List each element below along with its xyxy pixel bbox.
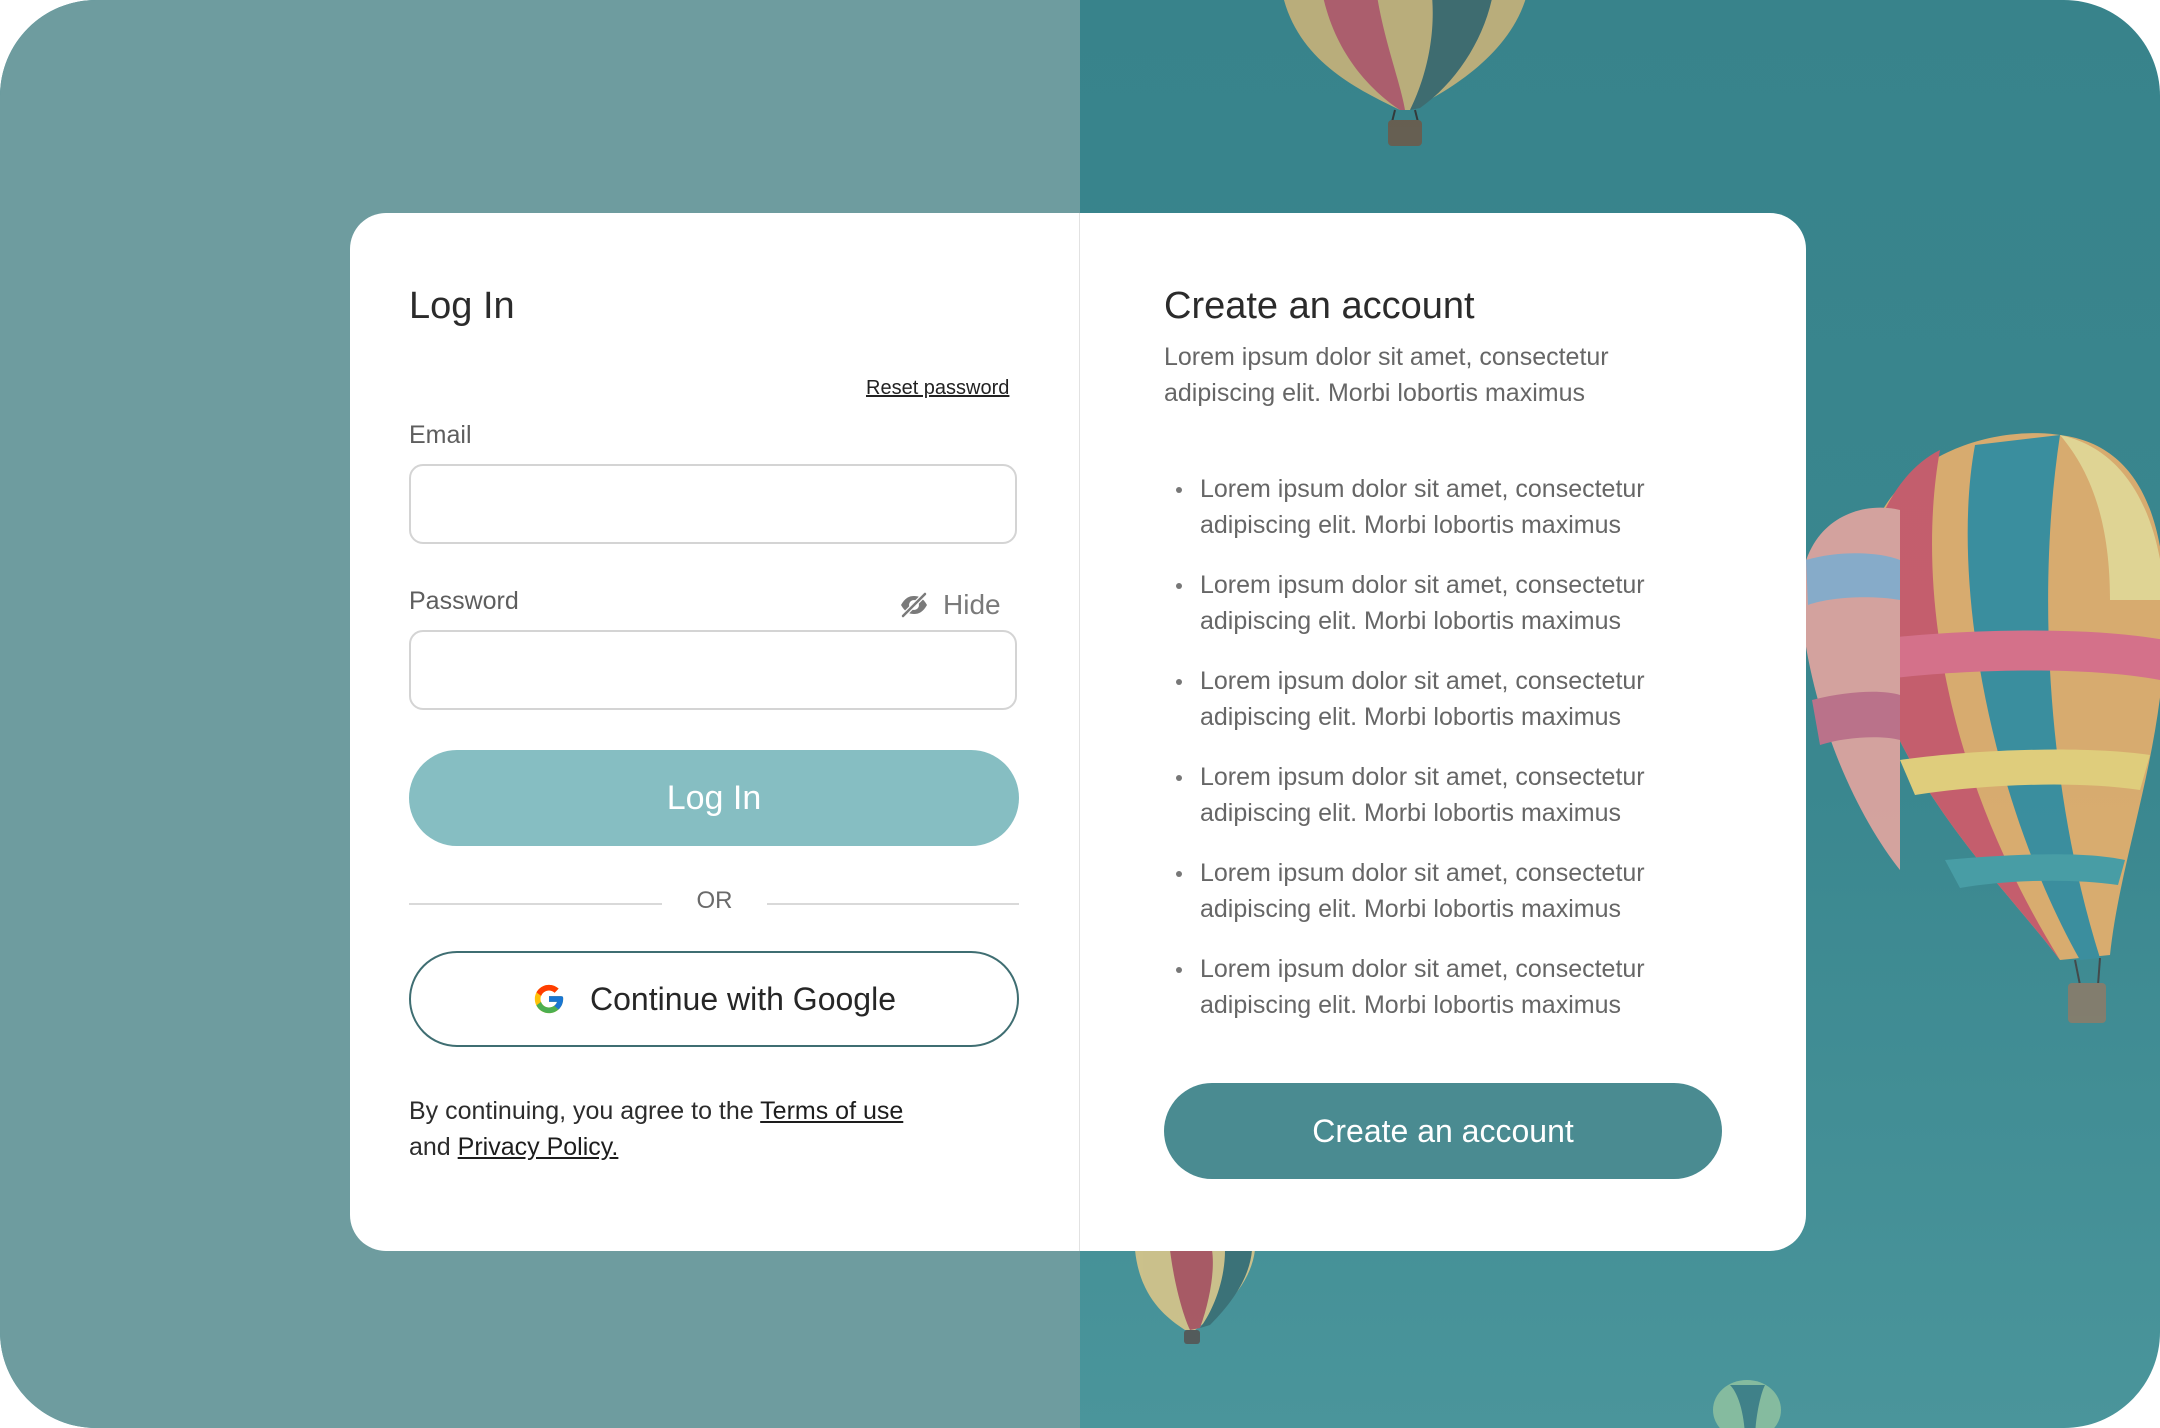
benefit-item: Lorem ipsum dolor sit amet, consectetur … (1164, 855, 1724, 951)
legal-prefix: By continuing, you agree to the (409, 1097, 761, 1125)
auth-card: Log In Reset password Email Password Hid… (350, 213, 1806, 1251)
terms-of-use-link[interactable]: Terms of use (760, 1097, 903, 1125)
benefits-list: Lorem ipsum dolor sit amet, consectetur … (1164, 471, 1724, 1047)
benefit-item: Lorem ipsum dolor sit amet, consectetur … (1164, 567, 1724, 663)
bullet-icon (1176, 583, 1182, 589)
continue-with-google-button[interactable]: Continue with Google (409, 951, 1019, 1047)
login-title: Log In (409, 285, 515, 327)
create-account-title: Create an account (1164, 285, 1475, 327)
balloon-large-right (1860, 433, 2160, 1023)
eye-off-icon (901, 592, 927, 618)
bullet-icon (1176, 871, 1182, 877)
benefit-text: Lorem ipsum dolor sit amet, consectetur … (1200, 859, 1645, 923)
bullet-icon (1176, 487, 1182, 493)
balloon-bottom-left (1135, 1250, 1255, 1344)
legal-notice: By continuing, you agree to the Terms of… (409, 1093, 1049, 1165)
benefit-item: Lorem ipsum dolor sit amet, consectetur … (1164, 471, 1724, 567)
google-logo-icon (534, 984, 564, 1014)
benefit-text: Lorem ipsum dolor sit amet, consectetur … (1200, 667, 1645, 731)
card-divider (1079, 213, 1080, 1251)
balloon-middle (1800, 507, 1900, 870)
bullet-icon (1176, 967, 1182, 973)
email-label: Email (409, 421, 472, 449)
email-input[interactable] (409, 464, 1017, 544)
login-button[interactable]: Log In (409, 750, 1019, 846)
legal-and: and (409, 1133, 458, 1161)
benefit-text: Lorem ipsum dolor sit amet, consectetur … (1200, 475, 1645, 539)
password-input[interactable] (409, 630, 1017, 710)
google-button-label: Continue with Google (590, 980, 896, 1017)
reset-password-link[interactable]: Reset password (866, 377, 1009, 400)
or-line-left (409, 903, 662, 905)
or-line-right (767, 903, 1019, 905)
bullet-icon (1176, 775, 1182, 781)
password-label: Password (409, 587, 519, 615)
privacy-policy-link[interactable]: Privacy Policy. (458, 1133, 619, 1161)
bullet-icon (1176, 679, 1182, 685)
hide-label: Hide (943, 589, 1001, 620)
balloon-bottom-small (1713, 1380, 1781, 1428)
benefit-item: Lorem ipsum dolor sit amet, consectetur … (1164, 759, 1724, 855)
or-label: OR (696, 887, 733, 914)
benefit-item: Lorem ipsum dolor sit amet, consectetur … (1164, 951, 1724, 1047)
balloon-top (1284, 0, 1526, 146)
hide-password-toggle[interactable]: Hide (899, 585, 1001, 625)
benefit-text: Lorem ipsum dolor sit amet, consectetur … (1200, 571, 1645, 635)
or-separator: OR (409, 883, 1019, 923)
benefit-item: Lorem ipsum dolor sit amet, consectetur … (1164, 663, 1724, 759)
create-account-subtitle: Lorem ipsum dolor sit amet, consectetur … (1164, 343, 1609, 407)
create-account-button[interactable]: Create an account (1164, 1083, 1722, 1179)
benefit-text: Lorem ipsum dolor sit amet, consectetur … (1200, 763, 1645, 827)
benefit-text: Lorem ipsum dolor sit amet, consectetur … (1200, 955, 1645, 1019)
